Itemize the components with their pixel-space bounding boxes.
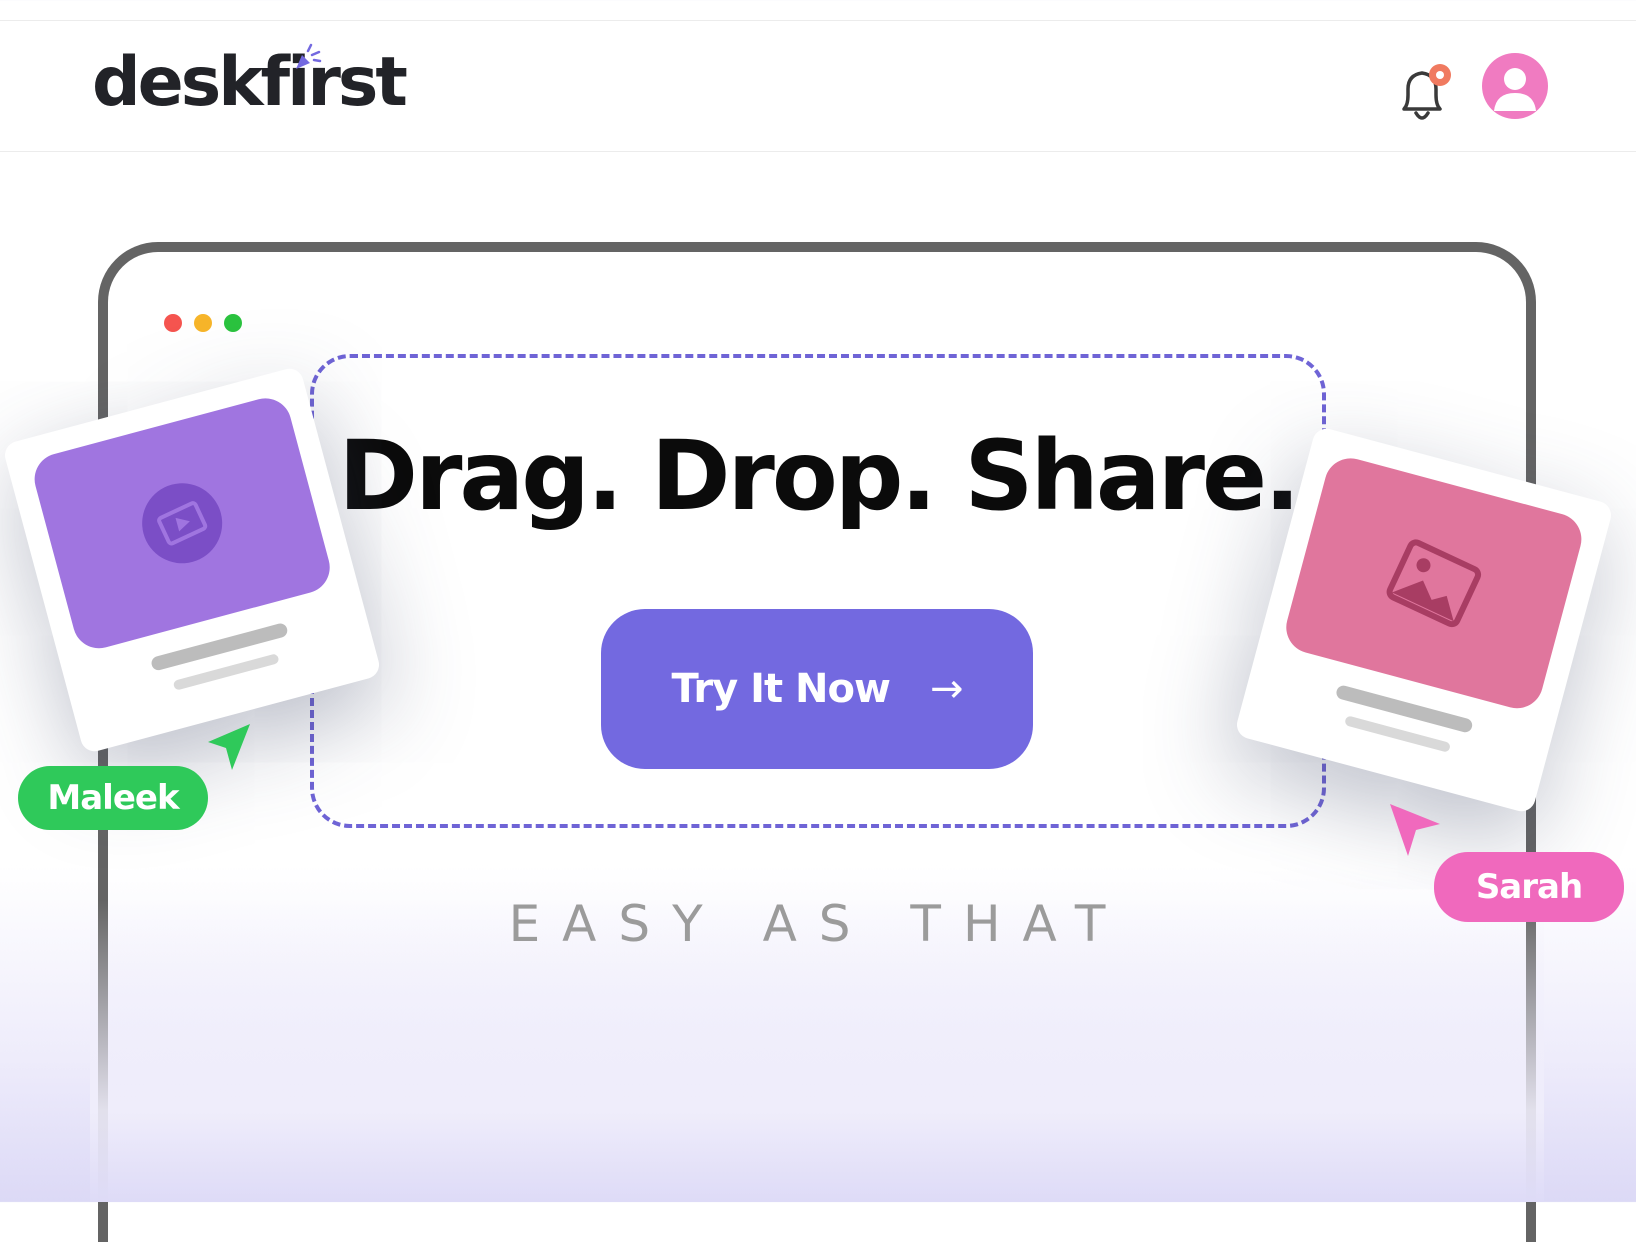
image-thumbnail <box>1280 452 1588 715</box>
close-dot[interactable] <box>164 314 182 332</box>
cta-label: Try It Now <box>671 666 891 712</box>
user-avatar[interactable] <box>1482 53 1548 119</box>
try-it-now-button[interactable]: Try It Now → <box>601 609 1033 769</box>
collaborator-label-maleek: Maleek <box>18 766 208 830</box>
window-controls <box>164 314 254 337</box>
video-thumbnail <box>28 392 336 655</box>
maximize-dot[interactable] <box>224 314 242 332</box>
deskfirst-logo[interactable]: deskfirst <box>92 43 408 122</box>
cursor-spark-icon <box>296 43 322 69</box>
minimize-dot[interactable] <box>194 314 212 332</box>
hero-headline: Drag. Drop. Share. <box>338 420 1300 532</box>
video-play-icon <box>142 483 223 564</box>
tagline: EASY AS THAT <box>508 895 1128 953</box>
user-avatar-icon <box>1494 68 1536 111</box>
arrow-right-icon: → <box>929 666 964 712</box>
bell-icon[interactable] <box>1394 61 1454 131</box>
top-navigation-bar: deskfirst <box>0 20 1636 152</box>
cursor-arrow-icon-green <box>208 724 250 770</box>
collaborator-label-sarah: Sarah <box>1434 852 1624 922</box>
image-icon <box>1386 539 1482 628</box>
cursor-arrow-icon-pink <box>1390 804 1440 856</box>
